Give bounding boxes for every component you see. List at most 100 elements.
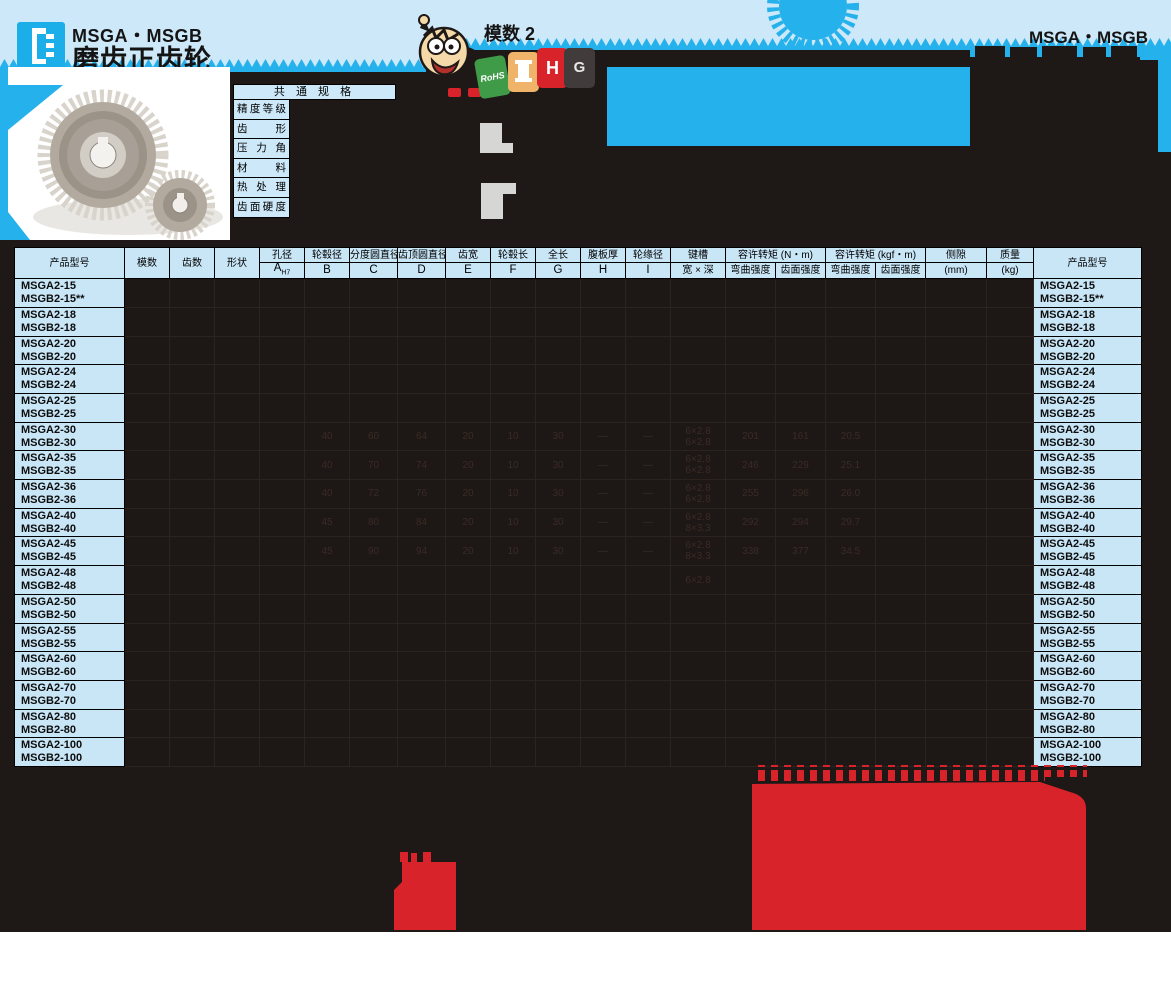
data-cell	[987, 394, 1034, 423]
header-cell: (mm)	[926, 263, 987, 279]
data-cell	[446, 336, 491, 365]
data-cell	[125, 566, 170, 595]
data-cell	[170, 279, 215, 308]
product-cell: MSGA2-80MSGB2-80	[1034, 709, 1142, 738]
data-cell: 34.5	[826, 537, 876, 566]
data-cell	[536, 279, 581, 308]
data-cell	[215, 652, 260, 681]
data-cell: 26.0	[826, 480, 876, 509]
data-cell	[305, 394, 350, 423]
data-cell	[125, 336, 170, 365]
data-cell	[170, 451, 215, 480]
header-cell: H	[581, 263, 626, 279]
data-cell	[446, 394, 491, 423]
data-cell	[626, 652, 671, 681]
data-cell	[536, 307, 581, 336]
data-cell	[987, 594, 1034, 623]
data-cell	[398, 709, 446, 738]
data-cell: —	[626, 422, 671, 451]
data-cell: 255	[726, 480, 776, 509]
data-cell	[776, 680, 826, 709]
data-cell: 80	[350, 508, 398, 537]
data-cell	[260, 623, 305, 652]
pillar-badge-icon	[508, 52, 539, 92]
data-cell	[215, 451, 260, 480]
data-cell	[350, 709, 398, 738]
data-cell	[626, 307, 671, 336]
product-cell: MSGA2-80MSGB2-80	[15, 709, 125, 738]
data-cell	[626, 594, 671, 623]
data-cell: 10	[491, 537, 536, 566]
data-cell	[826, 279, 876, 308]
data-cell	[926, 394, 987, 423]
data-cell	[446, 680, 491, 709]
data-cell	[305, 336, 350, 365]
data-cell	[170, 652, 215, 681]
data-cell	[170, 394, 215, 423]
data-cell: 377	[776, 537, 826, 566]
data-cell	[776, 566, 826, 595]
data-cell	[260, 336, 305, 365]
product-cell: MSGA2-55MSGB2-55	[1034, 623, 1142, 652]
data-cell	[398, 279, 446, 308]
data-cell	[215, 394, 260, 423]
data-cell	[125, 537, 170, 566]
data-cell	[626, 566, 671, 595]
data-cell	[260, 480, 305, 509]
common-spec-row-label: 精度等级	[233, 100, 290, 120]
data-cell: 40	[305, 451, 350, 480]
data-cell: 29.7	[826, 508, 876, 537]
mask-bump	[970, 57, 1140, 67]
header-cell: C	[350, 263, 398, 279]
data-cell	[776, 336, 826, 365]
data-cell	[215, 594, 260, 623]
data-cell	[305, 279, 350, 308]
data-cell	[536, 594, 581, 623]
data-cell	[987, 680, 1034, 709]
data-cell: 161	[776, 422, 826, 451]
product-cell: MSGA2-18MSGB2-18	[15, 307, 125, 336]
header-cell: D	[398, 263, 446, 279]
data-cell	[350, 594, 398, 623]
product-cell: MSGA2-70MSGB2-70	[1034, 680, 1142, 709]
header-cell: 齿宽	[446, 248, 491, 263]
common-spec-row-label: 齿面硬度	[233, 198, 290, 218]
data-cell	[726, 709, 776, 738]
data-cell	[260, 709, 305, 738]
shape-diagram-fragment	[501, 183, 516, 194]
shape-diagram-fragment	[480, 123, 502, 153]
data-cell	[305, 566, 350, 595]
mask-block	[970, 60, 1158, 247]
header-cell: 弯曲强度	[826, 263, 876, 279]
data-cell	[491, 365, 536, 394]
blue-panel	[607, 67, 970, 146]
data-cell	[826, 623, 876, 652]
data-cell	[987, 709, 1034, 738]
data-cell	[876, 680, 926, 709]
data-cell	[350, 336, 398, 365]
data-cell	[826, 709, 876, 738]
data-cell	[215, 623, 260, 652]
data-cell	[926, 537, 987, 566]
data-cell: —	[626, 537, 671, 566]
data-cell: 72	[350, 480, 398, 509]
data-cell	[491, 709, 536, 738]
data-cell	[305, 680, 350, 709]
data-cell	[581, 365, 626, 394]
product-cell: MSGA2-36MSGB2-36	[1034, 480, 1142, 509]
data-cell	[926, 279, 987, 308]
data-cell: —	[626, 451, 671, 480]
data-cell: 40	[305, 422, 350, 451]
data-cell	[125, 279, 170, 308]
product-cell: MSGA2-55MSGB2-55	[15, 623, 125, 652]
data-cell	[926, 307, 987, 336]
common-spec-table: 共 通 规 格 精度等级齿形压力角材料热处理齿面硬度	[233, 84, 423, 218]
data-cell	[305, 709, 350, 738]
data-cell	[170, 709, 215, 738]
data-cell	[125, 594, 170, 623]
grinding-badge-icon: G	[564, 48, 595, 88]
header-cell: B	[305, 263, 350, 279]
data-cell	[350, 307, 398, 336]
data-cell	[215, 336, 260, 365]
data-cell	[581, 680, 626, 709]
